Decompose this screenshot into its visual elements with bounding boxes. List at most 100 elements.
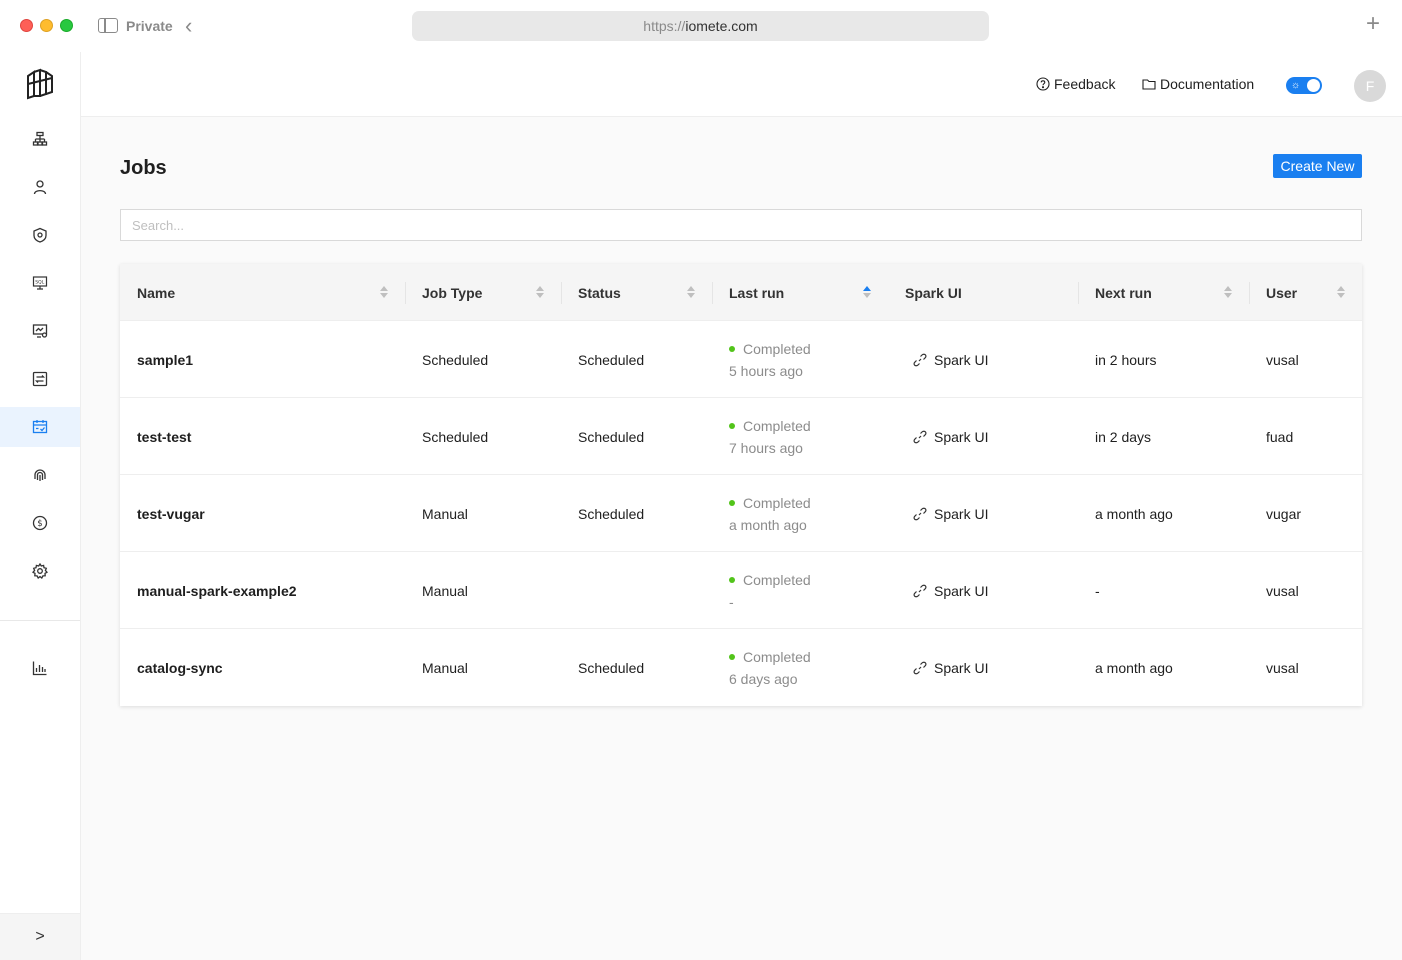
- last-run-status-label: Completed: [743, 494, 811, 511]
- job-name-link[interactable]: test-vugar: [120, 475, 205, 552]
- close-window-button[interactable]: [20, 19, 33, 32]
- spark-ui-link[interactable]: Spark UI: [913, 583, 988, 599]
- sort-icon[interactable]: [687, 286, 695, 299]
- nav-item-billing[interactable]: $: [0, 503, 80, 543]
- next-run-cell: a month ago: [1095, 505, 1173, 522]
- left-nav: SQL $ >: [0, 52, 81, 960]
- link-icon: [913, 353, 927, 366]
- spark-ui-cell: Spark UI: [896, 629, 988, 706]
- table-row[interactable]: catalog-sync Manual Scheduled Completed …: [120, 629, 1362, 706]
- success-dot-icon: [729, 653, 735, 660]
- theme-toggle-switch[interactable]: ☼: [1286, 77, 1322, 94]
- job-name-link[interactable]: test-test: [120, 398, 191, 475]
- next-run-cell: in 2 hours: [1095, 351, 1157, 368]
- next-run-cell: a month ago: [1095, 659, 1173, 676]
- last-run-ago: 6 days ago: [729, 670, 798, 687]
- last-run-cell: Completed a month ago: [712, 475, 811, 552]
- column-header-last-run[interactable]: Last run: [712, 264, 888, 321]
- nav-item-access[interactable]: [0, 455, 80, 495]
- table-header: Name Job Type Status Last run Spark UI N…: [120, 264, 1362, 321]
- spark-ui-link[interactable]: Spark UI: [913, 352, 988, 368]
- url-scheme: https://: [643, 18, 686, 34]
- status-cell: [561, 552, 578, 629]
- user-icon: [33, 180, 47, 195]
- job-type-cell: Scheduled: [422, 428, 489, 445]
- user-cell: vusal: [1266, 582, 1299, 599]
- last-run-status: Completed: [729, 649, 811, 665]
- success-dot-icon: [729, 576, 735, 583]
- status-cell: Scheduled: [578, 505, 645, 522]
- column-header-name[interactable]: Name: [120, 264, 405, 321]
- nav-item-data-plane[interactable]: [0, 119, 80, 159]
- nav-item-sql-editor[interactable]: SQL: [0, 263, 80, 303]
- last-run-cell: Completed 6 days ago: [712, 629, 811, 706]
- column-header-user[interactable]: User: [1249, 264, 1362, 321]
- last-run-status: Completed: [729, 495, 811, 511]
- table-row[interactable]: test-test Scheduled Scheduled Completed …: [120, 398, 1362, 475]
- column-label: Status: [578, 284, 621, 301]
- job-type-cell: Manual: [422, 659, 468, 676]
- last-run-cell: Completed -: [712, 552, 811, 629]
- job-name-link[interactable]: manual-spark-example2: [120, 552, 297, 629]
- url-bar[interactable]: https://iomete.com: [412, 11, 989, 41]
- search-input[interactable]: [120, 209, 1362, 241]
- column-header-next-run[interactable]: Next run: [1078, 264, 1249, 321]
- job-name-link[interactable]: sample1: [120, 321, 193, 398]
- table-row[interactable]: manual-spark-example2 Manual Completed -…: [120, 552, 1362, 629]
- iomete-logo-icon[interactable]: [26, 68, 54, 100]
- monitor-icon: [32, 324, 48, 338]
- documentation-link[interactable]: Documentation: [1142, 76, 1254, 92]
- security-shield-icon: [33, 227, 47, 243]
- table-row[interactable]: test-vugar Manual Scheduled Completed a …: [120, 475, 1362, 552]
- spark-icon: [32, 371, 48, 387]
- feedback-label: Feedback: [1054, 76, 1116, 92]
- nav-item-users[interactable]: [0, 167, 80, 207]
- user-avatar[interactable]: F: [1354, 70, 1386, 102]
- data-plane-icon: [32, 131, 48, 146]
- job-name-link[interactable]: catalog-sync: [120, 629, 223, 706]
- last-run-ago: 7 hours ago: [729, 439, 803, 456]
- sort-icon[interactable]: [536, 286, 544, 299]
- user-cell: vugar: [1266, 505, 1302, 522]
- nav-item-jobs[interactable]: [0, 407, 80, 447]
- job-type-cell: Manual: [422, 505, 468, 522]
- maximize-window-button[interactable]: [60, 19, 73, 32]
- job-type-cell: Scheduled: [422, 351, 489, 368]
- sidebar-toggle-icon[interactable]: [98, 18, 118, 33]
- spark-ui-label: Spark UI: [934, 659, 989, 676]
- status-cell: Scheduled: [578, 659, 645, 676]
- table-row[interactable]: sample1 Scheduled Scheduled Completed 5 …: [120, 321, 1362, 398]
- sort-icon[interactable]: [380, 286, 388, 299]
- back-chevron-icon[interactable]: ‹: [185, 13, 192, 39]
- nav-item-security[interactable]: [0, 215, 80, 255]
- last-run-ago: 5 hours ago: [729, 362, 803, 379]
- sort-icon[interactable]: [1224, 286, 1232, 299]
- sort-icon[interactable]: [1337, 286, 1345, 299]
- last-run-status-label: Completed: [743, 648, 811, 665]
- user-cell: fuad: [1266, 428, 1294, 445]
- spark-ui-link[interactable]: Spark UI: [913, 506, 988, 522]
- nav-item-analytics[interactable]: [0, 648, 80, 688]
- private-mode-label: Private: [126, 18, 173, 34]
- column-header-status[interactable]: Status: [561, 264, 712, 321]
- nav-expand-button[interactable]: >: [0, 913, 80, 960]
- spark-ui-label: Spark UI: [934, 582, 989, 599]
- nav-item-settings[interactable]: [0, 551, 80, 591]
- create-new-button[interactable]: Create New: [1273, 154, 1362, 178]
- new-tab-plus-icon[interactable]: +: [1366, 10, 1380, 38]
- nav-item-monitor[interactable]: [0, 311, 80, 351]
- link-icon: [913, 507, 927, 520]
- nav-item-spark[interactable]: [0, 359, 80, 399]
- feedback-link[interactable]: Feedback: [1036, 76, 1115, 92]
- spark-ui-link[interactable]: Spark UI: [913, 429, 988, 445]
- billing-dollar-icon: $: [32, 515, 48, 531]
- spark-ui-cell: Spark UI: [896, 321, 988, 398]
- sort-ascending-icon[interactable]: [863, 286, 871, 299]
- column-header-job-type[interactable]: Job Type: [405, 264, 561, 321]
- spark-ui-link[interactable]: Spark UI: [913, 660, 988, 676]
- minimize-window-button[interactable]: [40, 19, 53, 32]
- last-run-ago: -: [729, 593, 734, 610]
- table-body: sample1 Scheduled Scheduled Completed 5 …: [120, 321, 1362, 706]
- sun-icon: ☼: [1291, 80, 1301, 91]
- column-label: Name: [137, 284, 176, 301]
